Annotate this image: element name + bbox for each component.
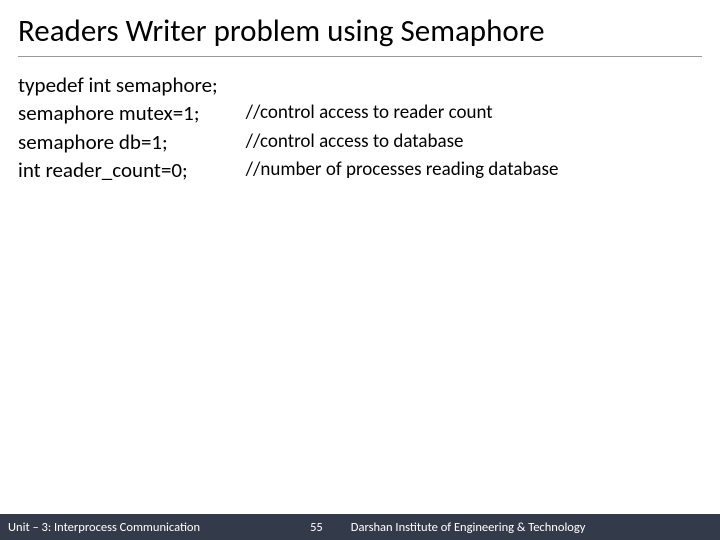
comment-line: //control access to database [246,128,559,157]
footer-organization: Darshan Institute of Engineering & Techn… [351,520,586,535]
code-line: int reader_count=0; [18,156,218,184]
code-line: semaphore mutex=1; [18,99,218,127]
comment-column: //control access to reader count //contr… [246,71,559,185]
slide-title: Readers Writer problem using Semaphore [18,12,702,57]
code-line: typedef int semaphore; [18,71,218,99]
footer-bar: Unit – 3: Interprocess Communication 55 … [0,514,720,540]
slide: Readers Writer problem using Semaphore t… [0,0,720,540]
comment-line: //number of processes reading database [246,156,559,185]
spacer [246,71,559,99]
footer-unit: Unit – 3: Interprocess Communication [8,520,200,535]
content-area: typedef int semaphore; semaphore mutex=1… [18,71,702,185]
code-column: typedef int semaphore; semaphore mutex=1… [18,71,218,185]
code-line: semaphore db=1; [18,128,218,156]
footer-page-number: 55 [310,520,323,535]
comment-line: //control access to reader count [246,99,559,128]
